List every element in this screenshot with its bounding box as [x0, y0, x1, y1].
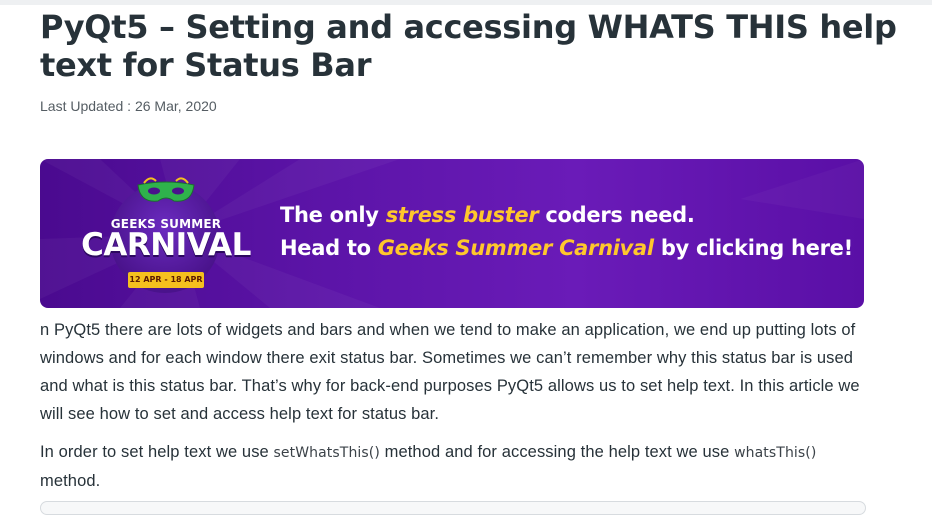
carnival-banner[interactable]: GEEKS SUMMER CARNIVAL 12 APR - 18 APR Th…: [40, 159, 864, 308]
logo-title: CARNIVAL: [81, 227, 251, 263]
article-title: PyQt5 – Setting and accessing WHATS THIS…: [40, 8, 897, 84]
method-paragraph: In order to set help text we use setWhat…: [40, 443, 817, 490]
code-setwhatsthis: setWhatsThis(): [273, 445, 380, 461]
intro-paragraph: n PyQt5 there are lots of widgets and ba…: [40, 321, 860, 423]
carnival-mask-icon: [137, 177, 195, 202]
top-divider: [0, 0, 932, 5]
banner-line-2: Head to Geeks Summer Carnival by clickin…: [280, 236, 853, 260]
banner-line-1: The only stress buster coders need.: [280, 203, 695, 227]
logo-dates: 12 APR - 18 APR: [128, 272, 204, 288]
code-block: [40, 501, 866, 515]
code-whatsthis: whatsThis(): [734, 445, 817, 461]
carnival-logo: GEEKS SUMMER CARNIVAL 12 APR - 18 APR: [76, 177, 256, 293]
last-updated: Last Updated : 26 Mar, 2020: [40, 98, 217, 114]
banner-text: The only stress buster coders need. Head…: [280, 199, 853, 265]
